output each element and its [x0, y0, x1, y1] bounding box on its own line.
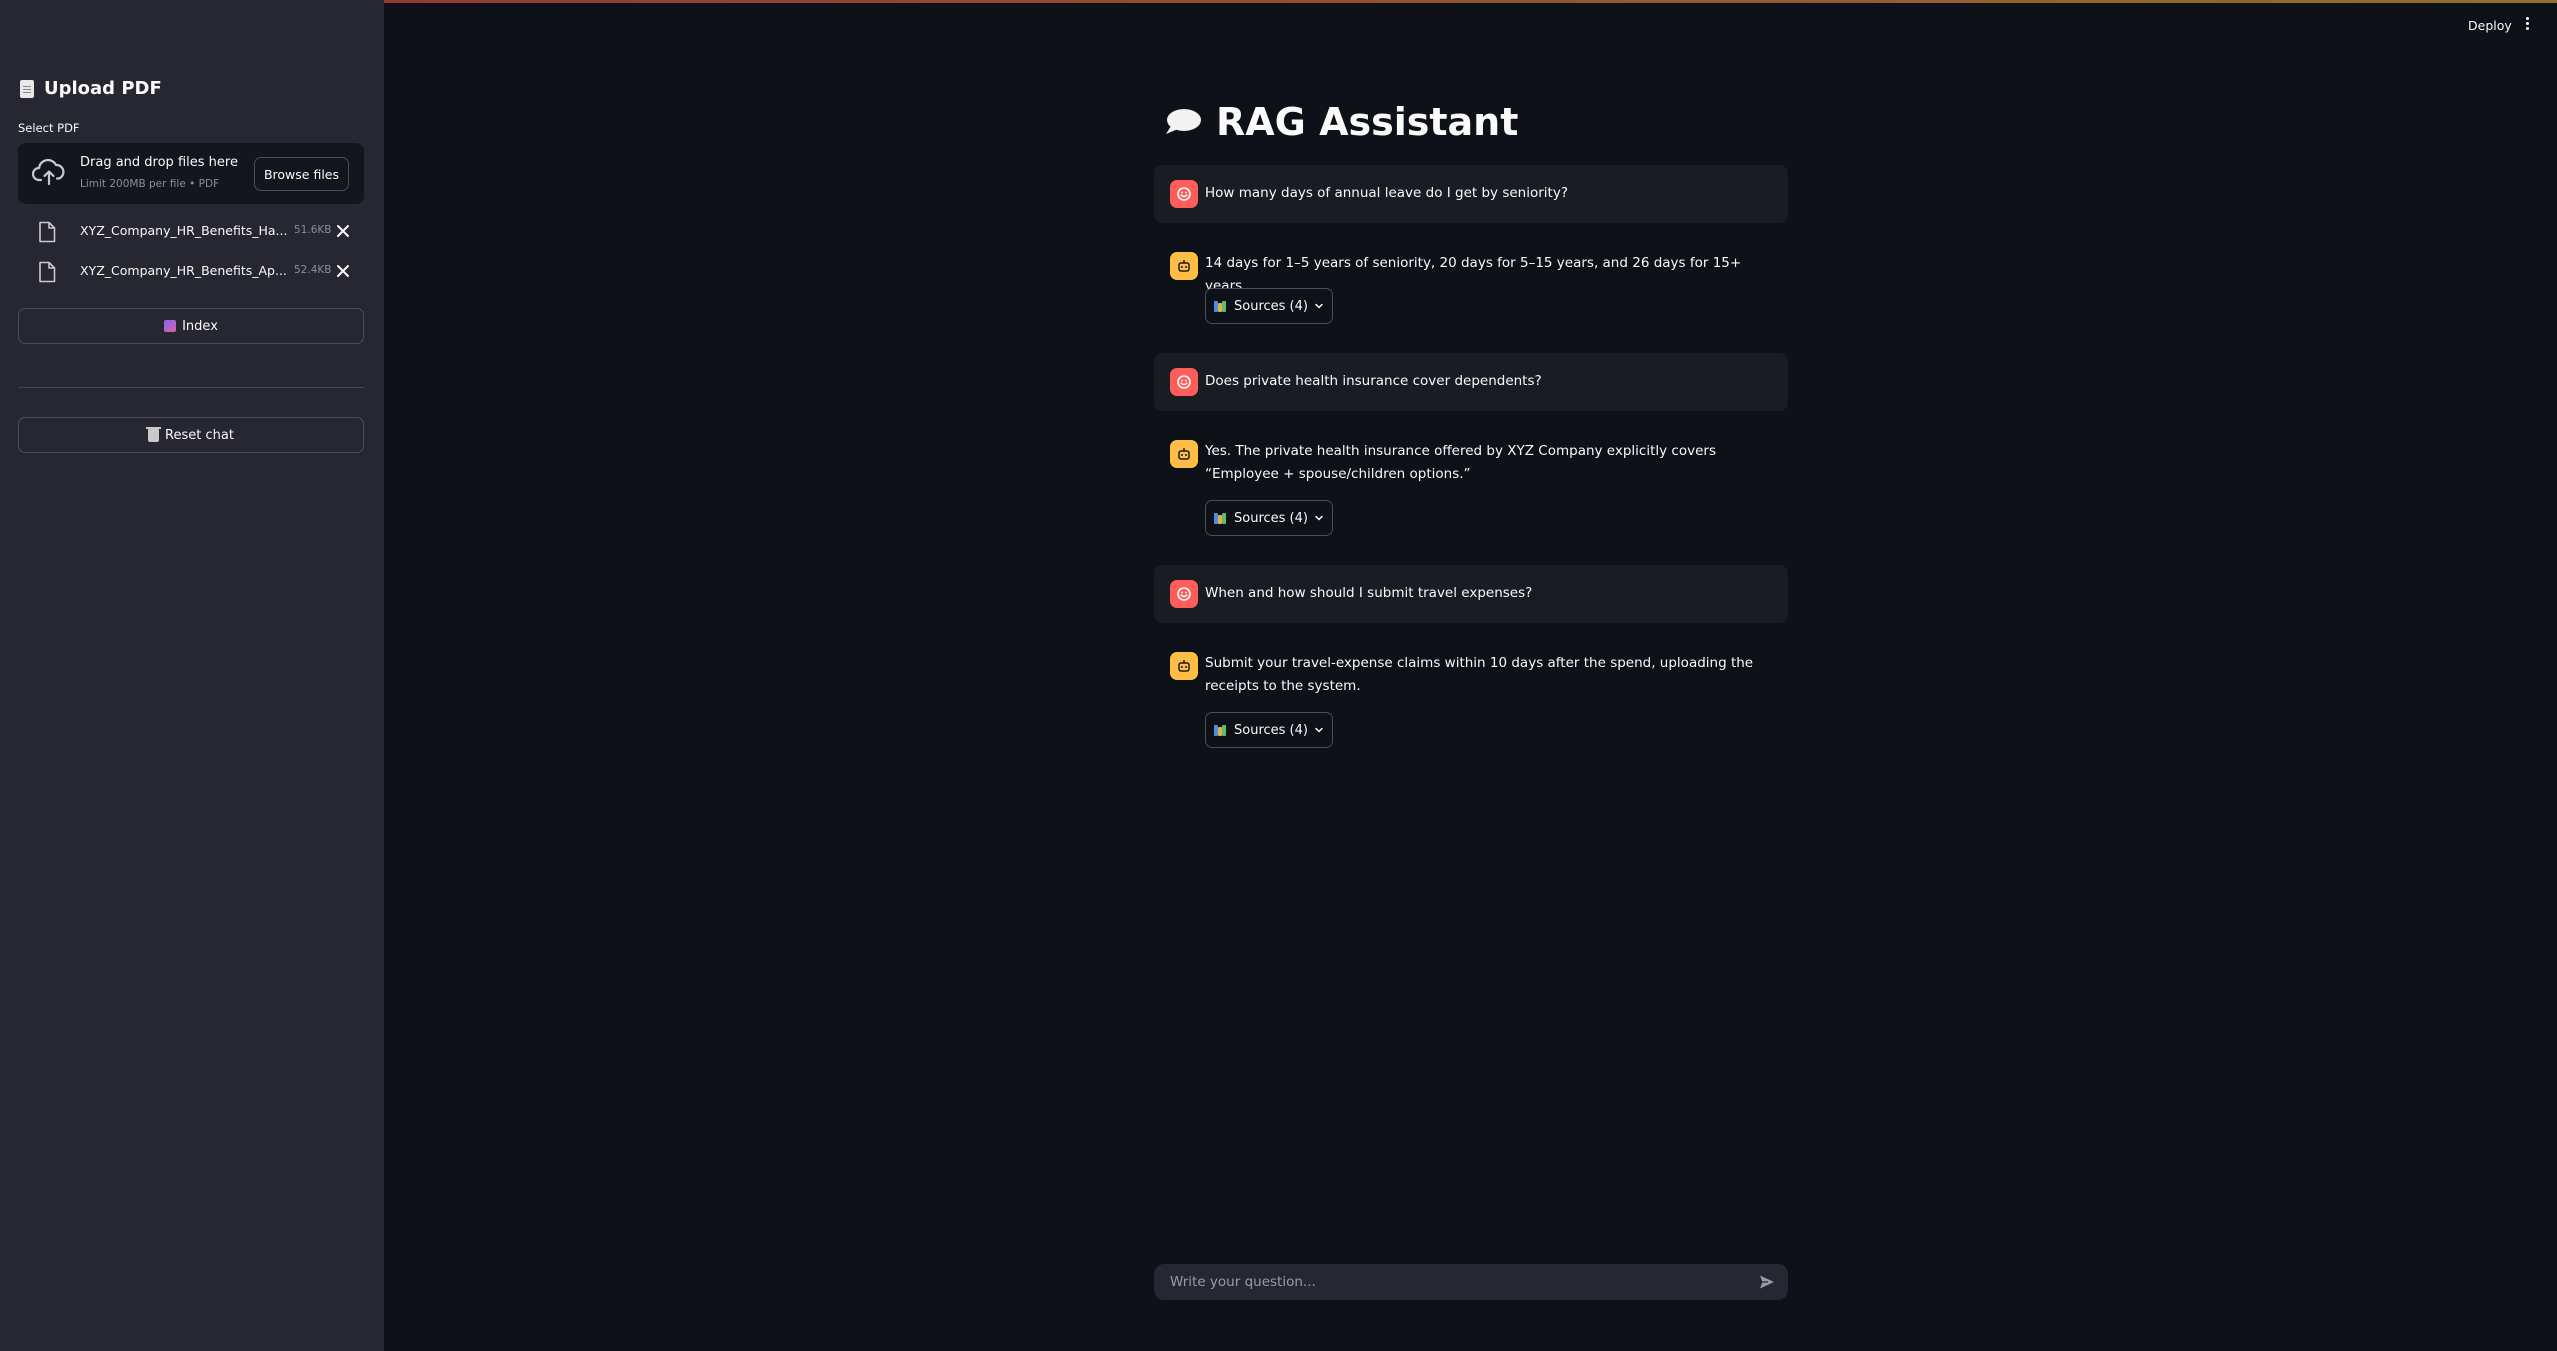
sources-label: Sources (4)	[1234, 510, 1308, 526]
message-text: When and how should I submit travel expe…	[1205, 585, 1533, 601]
user-avatar	[1170, 580, 1198, 608]
sources-label: Sources (4)	[1234, 722, 1308, 738]
books-icon	[1214, 300, 1228, 312]
trash-icon	[146, 426, 162, 442]
sources-label: Sources (4)	[1234, 298, 1308, 314]
chat-message-user: How many days of annual leave do I get b…	[1154, 165, 1788, 223]
file-name: XYZ_Company_HR_Benefits_Ha...	[80, 223, 288, 238]
sidebar: Upload PDF Select PDF Drag and drop file…	[0, 0, 384, 1351]
chevron-down-icon	[1315, 515, 1323, 521]
books-icon	[1214, 512, 1228, 524]
reset-chat-label: Reset chat	[165, 427, 234, 443]
browse-files-button[interactable]: Browse files	[254, 157, 349, 191]
robot-icon	[1178, 448, 1190, 460]
index-button[interactable]: Index	[18, 308, 364, 344]
user-avatar	[1170, 368, 1198, 396]
reset-chat-button[interactable]: Reset chat	[18, 417, 364, 453]
file-dropzone[interactable]: Drag and drop files here Limit 200MB per…	[18, 143, 364, 204]
chat-input[interactable]	[1170, 1264, 1730, 1300]
message-text: Submit your travel-expense claims within…	[1205, 655, 1754, 694]
robot-icon	[1178, 260, 1190, 272]
file-icon	[39, 221, 56, 243]
uploaded-file-item: XYZ_Company_HR_Benefits_Ha... 51.6KB	[38, 218, 358, 246]
chat-input-container	[1154, 1264, 1788, 1300]
assistant-avatar	[1170, 252, 1198, 280]
file-size: 51.6KB	[294, 224, 332, 236]
user-face-icon	[1177, 587, 1191, 601]
robot-icon	[1178, 660, 1190, 672]
page-title-text: RAG Assistant	[1216, 100, 1519, 144]
chat-message-assistant: Yes. The private health insurance offere…	[1154, 422, 1788, 546]
cloud-upload-icon	[32, 158, 65, 186]
send-icon[interactable]	[1758, 1273, 1776, 1291]
speech-bubble-icon	[1166, 109, 1201, 134]
sources-expander[interactable]: Sources (4)	[1205, 288, 1333, 324]
assistant-avatar	[1170, 440, 1198, 468]
books-icon	[1214, 724, 1228, 736]
message-text: Yes. The private health insurance offere…	[1205, 443, 1716, 482]
sources-expander[interactable]: Sources (4)	[1205, 712, 1333, 748]
dropzone-limit-text: Limit 200MB per file • PDF	[80, 178, 220, 190]
index-icon	[164, 320, 177, 332]
index-button-label: Index	[182, 318, 218, 334]
main-menu-icon[interactable]	[2526, 17, 2530, 33]
user-face-icon	[1177, 187, 1191, 201]
file-name: XYZ_Company_HR_Benefits_Ap...	[80, 263, 287, 278]
chat-message-assistant: Submit your travel-expense claims within…	[1154, 634, 1788, 758]
user-face-icon	[1177, 375, 1191, 389]
chat-message-user: Does private health insurance cover depe…	[1154, 353, 1788, 411]
assistant-avatar	[1170, 652, 1198, 680]
sidebar-divider	[18, 387, 364, 388]
remove-file-icon[interactable]	[334, 222, 352, 240]
chat-message-user: When and how should I submit travel expe…	[1154, 565, 1788, 623]
chevron-down-icon	[1315, 727, 1323, 733]
user-avatar	[1170, 180, 1198, 208]
sidebar-title-text: Upload PDF	[44, 78, 162, 99]
message-text: How many days of annual leave do I get b…	[1205, 185, 1568, 201]
file-size: 52.4KB	[294, 264, 332, 276]
sources-expander[interactable]: Sources (4)	[1205, 500, 1333, 536]
sidebar-title: Upload PDF	[20, 78, 162, 99]
uploaded-file-item: XYZ_Company_HR_Benefits_Ap... 52.4KB	[38, 258, 358, 286]
message-text: Does private health insurance cover depe…	[1205, 373, 1542, 389]
chat-message-assistant: 14 days for 1–5 years of seniority, 20 d…	[1154, 234, 1788, 334]
file-icon	[39, 261, 56, 283]
page-title: RAG Assistant	[1162, 100, 1518, 144]
chevron-down-icon	[1315, 303, 1323, 309]
page-icon	[20, 79, 34, 98]
dropzone-instructions: Drag and drop files here	[80, 155, 238, 170]
deploy-button[interactable]: Deploy	[2468, 18, 2512, 33]
uploader-label: Select PDF	[18, 121, 80, 135]
remove-file-icon[interactable]	[334, 262, 352, 280]
